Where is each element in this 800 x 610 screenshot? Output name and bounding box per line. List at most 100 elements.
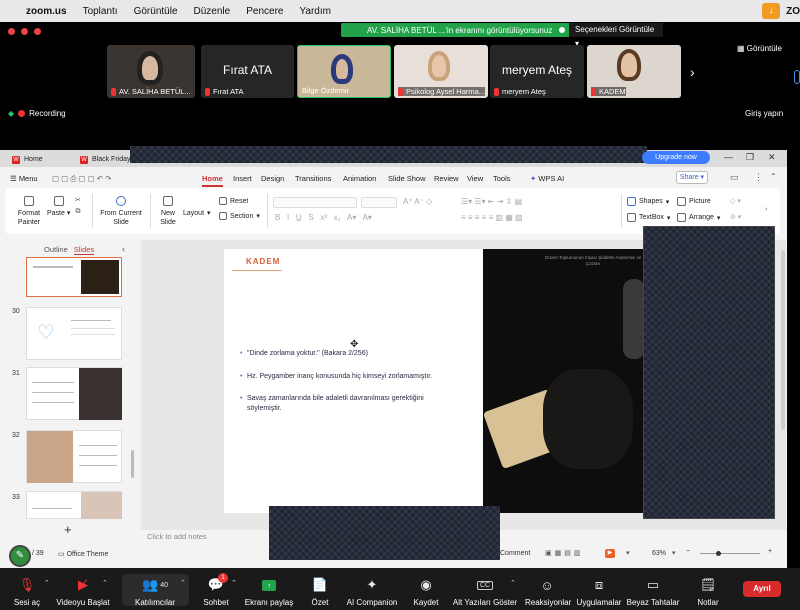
quick-access-icons[interactable]: ▢ ▢ ⎙ ▢ ▢ ↶ ↷ <box>52 174 111 184</box>
tab-wps-ai[interactable]: ✦ WPS AI <box>530 174 564 183</box>
participant-tile[interactable]: AV. SALİHA BETÜL... <box>107 45 195 98</box>
zoom-slider-thumb[interactable] <box>716 551 721 556</box>
menu-button[interactable]: ☰ Menu <box>10 174 38 183</box>
layout-button[interactable]: Layout ▾ <box>183 209 211 218</box>
slide-thumbnail[interactable] <box>26 491 122 519</box>
participant-tile[interactable]: Psikolog Aysel Harma... <box>394 45 488 98</box>
tab-outline[interactable]: Outline <box>44 245 68 255</box>
record-button[interactable]: ◉ Kaydet <box>408 574 444 607</box>
menu-pencere[interactable]: Pencere <box>246 6 283 17</box>
text-format-buttons[interactable]: B I U̲ S x² x₂ A▾ A▾ <box>275 213 372 222</box>
annotate-pen-icon[interactable]: ✎ <box>9 545 31 567</box>
leave-button[interactable]: Ayrıl <box>743 581 781 597</box>
restore-icon[interactable]: ❐ <box>746 152 754 163</box>
font-size-combo[interactable] <box>361 197 397 208</box>
format-painter-button[interactable]: Format Painter <box>16 196 42 227</box>
chat-button[interactable]: 💬 Sohbet <box>196 574 236 607</box>
font-size-controls[interactable]: A⁺ A⁻ ◇ <box>403 197 432 206</box>
view-button[interactable]: ▦ Görüntüle <box>737 44 782 53</box>
participant-tile-active[interactable]: Bilge Özdemir <box>297 45 391 98</box>
upgrade-button[interactable]: Upgrade now <box>642 151 710 164</box>
copy-icon[interactable]: ⧉ <box>75 208 80 216</box>
align-buttons[interactable]: ≡ ≡ ≡ ≡ ≡ ▥ ▦ ▧ <box>461 213 523 222</box>
font-name-combo[interactable] <box>273 197 357 208</box>
list-buttons[interactable]: ☰▾ ☰▾ ⇤ ⇥ ⇳ ▤ <box>461 197 522 206</box>
tab-design[interactable]: Design <box>261 174 284 183</box>
reactions-button[interactable]: ☺ Reaksiyonlar <box>525 574 571 608</box>
tab-home-ribbon[interactable]: Home <box>202 174 223 187</box>
close-window-icon[interactable] <box>8 28 15 35</box>
slide-thumbnail[interactable] <box>26 257 122 297</box>
panel-scrollbar[interactable] <box>131 450 134 478</box>
share-button[interactable]: Share ▾ <box>676 171 708 184</box>
editor-scrollbar[interactable] <box>781 250 785 430</box>
shapes-button[interactable]: Shapes ▾ <box>627 197 669 206</box>
zoom-dropdown-icon[interactable]: ▾ <box>672 549 676 557</box>
tab-tools[interactable]: Tools <box>493 174 511 183</box>
tab-slides[interactable]: Slides <box>73 245 95 255</box>
comment-button[interactable]: Comment <box>500 550 530 557</box>
participant-tile[interactable]: Fırat ATA Fırat ATA <box>201 45 294 98</box>
whiteboards-button[interactable]: ▭ Beyaz Tahtalar <box>626 574 680 607</box>
zoom-window-icon[interactable] <box>34 28 41 35</box>
section-button[interactable]: Section ▾ <box>219 212 260 220</box>
audio-options-icon[interactable]: ⌃ <box>44 579 50 587</box>
tab-transitions[interactable]: Transitions <box>295 174 331 183</box>
collapse-panel-icon[interactable]: ‹ <box>122 244 125 254</box>
theme-indicator[interactable]: ▭ Office Theme <box>58 550 108 558</box>
menu-goruntule[interactable]: Görüntüle <box>134 6 178 17</box>
comment-icon[interactable]: ▭ <box>730 172 739 183</box>
tab-review[interactable]: Review <box>434 174 459 183</box>
participant-tile[interactable]: meryem Ateş meryem Ateş <box>490 45 584 98</box>
menu-toplanti[interactable]: Toplantı <box>83 6 118 17</box>
menu-duzenle[interactable]: Düzenle <box>194 6 231 17</box>
apps-button[interactable]: ⧈ Uygulamalar <box>576 574 622 607</box>
slide-thumbnail[interactable] <box>26 367 122 420</box>
minimize-window-icon[interactable] <box>21 28 28 35</box>
tab-home[interactable]: W Home <box>12 152 43 167</box>
participants-options-icon[interactable]: ⌃ <box>180 579 186 587</box>
outline-button[interactable]: ⊘ ▾ <box>730 213 741 221</box>
notification-icon[interactable]: ↓ <box>762 3 781 19</box>
chat-options-icon[interactable]: ⌃ <box>231 579 237 587</box>
picture-button[interactable]: Picture <box>677 197 711 206</box>
add-slide-icon[interactable]: + <box>64 522 72 537</box>
share-screen-button[interactable]: ↑ Ekranı paylaş <box>243 574 295 607</box>
view-mode-icons[interactable]: ▣▦▤▥ <box>545 549 583 557</box>
tab-view[interactable]: View <box>467 174 483 183</box>
tab-insert[interactable]: Insert <box>233 174 252 183</box>
side-handle[interactable] <box>794 70 800 84</box>
new-slide-button[interactable]: New Slide <box>156 196 180 227</box>
next-page-icon[interactable]: › <box>690 64 695 80</box>
play-slideshow-icon[interactable]: ▶ <box>605 549 615 558</box>
participant-tile[interactable]: KADEM <box>587 45 681 98</box>
slide-thumbnail[interactable] <box>26 430 122 483</box>
paste-button[interactable]: Paste ▾ <box>47 196 70 217</box>
slide-thumbnail[interactable]: ♡ <box>26 307 122 360</box>
zoom-out-icon[interactable]: − <box>686 548 690 555</box>
close-icon[interactable]: ✕ <box>768 152 776 163</box>
textbox-button[interactable]: TextBox ▾ <box>627 213 670 222</box>
summary-button[interactable]: 📄 Özet <box>302 574 338 607</box>
slideshow-menu-icon[interactable]: ▾ <box>626 549 630 557</box>
tab-animation[interactable]: Animation <box>343 174 376 183</box>
zoom-in-icon[interactable]: + <box>768 548 772 555</box>
view-options-button[interactable]: Seçenekleri Görüntüle ▾ <box>569 23 663 48</box>
notes-button[interactable]: 🗒 Notlar <box>690 574 726 607</box>
unmute-button[interactable]: 🎙 Sesi aç <box>8 574 46 607</box>
menu-yardim[interactable]: Yardım <box>299 6 331 17</box>
minimize-icon[interactable]: — <box>724 152 733 162</box>
captions-button[interactable]: CC Alt Yazıları Göster <box>452 574 518 607</box>
cut-icon[interactable]: ✂ <box>75 196 81 204</box>
zoom-level[interactable]: 63% <box>652 550 666 557</box>
participants-button[interactable]: 👥 40 Katılımcılar <box>130 574 180 607</box>
zoom-slider[interactable] <box>700 553 760 554</box>
collapse-ribbon-icon[interactable]: ⌃ <box>770 172 777 181</box>
menu-app[interactable]: zoom.us <box>26 6 67 17</box>
more-icon[interactable]: ⋮ <box>754 172 763 183</box>
reset-button[interactable]: Reset <box>219 197 248 205</box>
video-options-icon[interactable]: ⌃ <box>102 579 108 587</box>
tab-slideshow[interactable]: Slide Show <box>388 174 426 183</box>
arrange-button[interactable]: Arrange ▾ <box>677 213 720 222</box>
captions-options-icon[interactable]: ⌃ <box>510 579 516 587</box>
